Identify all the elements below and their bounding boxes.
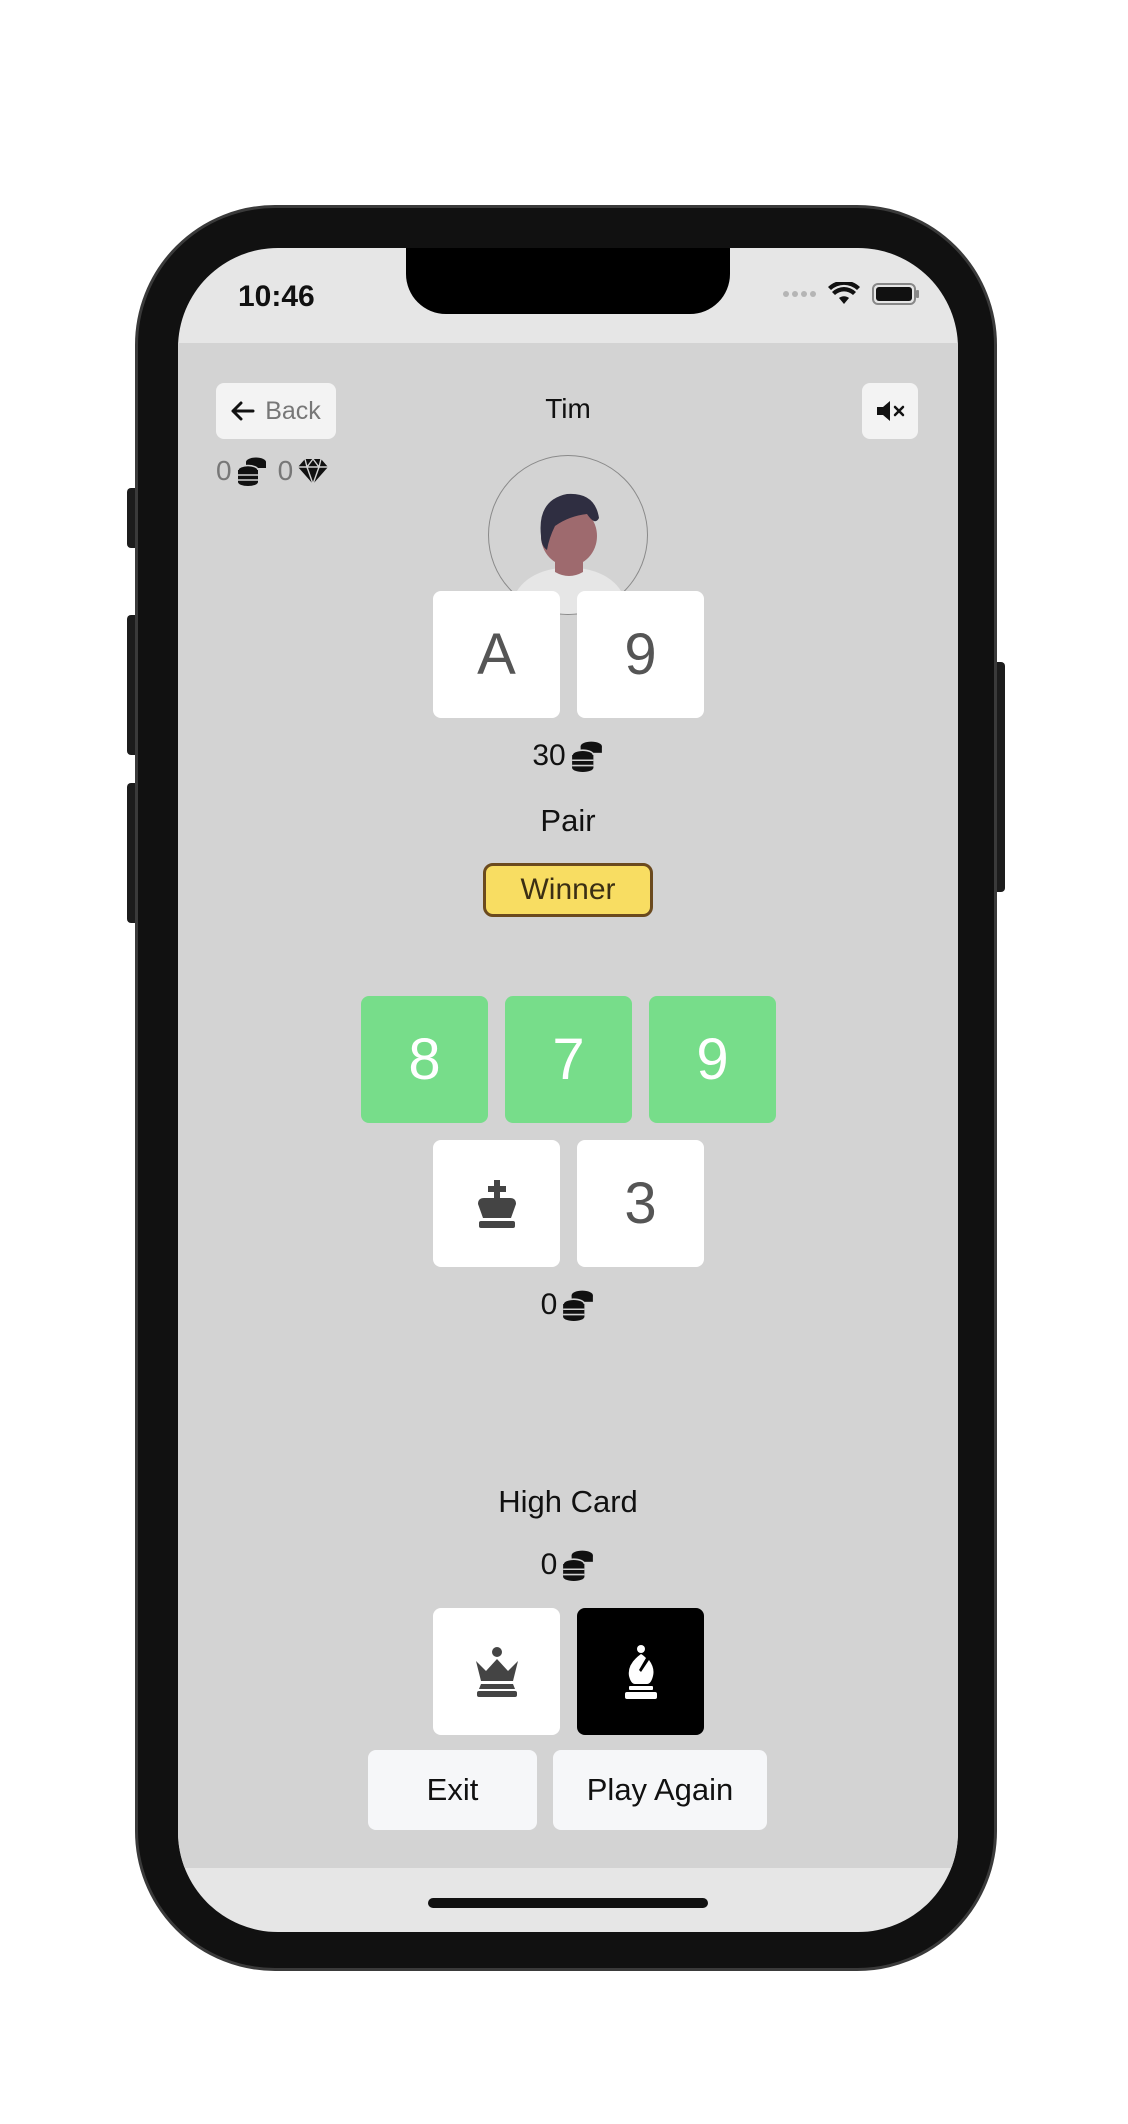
opponent-hand-name: Pair	[540, 803, 596, 838]
pot-bet-amount: 0	[540, 1288, 558, 1321]
play-again-button[interactable]: Play Again	[553, 1750, 767, 1830]
player-card-1	[433, 1608, 560, 1735]
status-icons	[782, 282, 920, 306]
coins-icon	[562, 1290, 594, 1321]
gem-icon	[298, 457, 329, 485]
coins-icon	[562, 1550, 594, 1581]
player-bet-amount: 0	[540, 1548, 558, 1581]
winner-badge: Winner	[483, 863, 653, 917]
community-card-1: 8	[361, 996, 488, 1123]
community-card-3: 9	[649, 996, 776, 1123]
community-card-5: 3	[577, 1140, 704, 1267]
notch	[406, 248, 730, 314]
coin-count: 0	[216, 455, 232, 486]
exit-button[interactable]: Exit	[368, 1750, 537, 1830]
balance: 0 0	[216, 455, 329, 487]
mute-button[interactable]	[862, 383, 918, 439]
king-icon	[477, 1179, 516, 1228]
opponent-bet: 30	[178, 739, 958, 773]
opponent-bet-amount: 30	[532, 739, 566, 772]
player-bet: 0	[178, 1548, 958, 1582]
pot-bet: 0	[178, 1288, 958, 1322]
coins-icon	[571, 741, 602, 772]
battery-icon	[872, 283, 919, 305]
player-hand-name: High Card	[498, 1484, 638, 1519]
phone-frame: 10:46 Back Tim 0 0 A 9 30 Pair Winner 8 …	[135, 205, 997, 1971]
gem-count: 0	[277, 455, 294, 486]
game-screen: Back Tim 0 0 A 9 30 Pair Winner 8 7 9 3 …	[178, 343, 958, 1868]
bishop-icon	[624, 1644, 657, 1699]
player-name: Tim	[545, 393, 591, 424]
signal-icon	[783, 291, 816, 297]
volume-mute-icon	[877, 401, 905, 421]
phone-screen: 10:46 Back Tim 0 0 A 9 30 Pair Winner 8 …	[178, 248, 958, 1932]
opponent-card-1: A	[433, 591, 560, 718]
coins-icon	[236, 457, 266, 486]
queen-icon	[475, 1646, 518, 1697]
community-card-4	[433, 1140, 560, 1267]
player-card-2	[577, 1608, 704, 1735]
opponent-card-2: 9	[577, 591, 704, 718]
wifi-icon	[828, 282, 860, 304]
community-card-2: 7	[505, 996, 632, 1123]
status-time: 10:46	[238, 280, 315, 313]
home-indicator	[428, 1898, 708, 1908]
